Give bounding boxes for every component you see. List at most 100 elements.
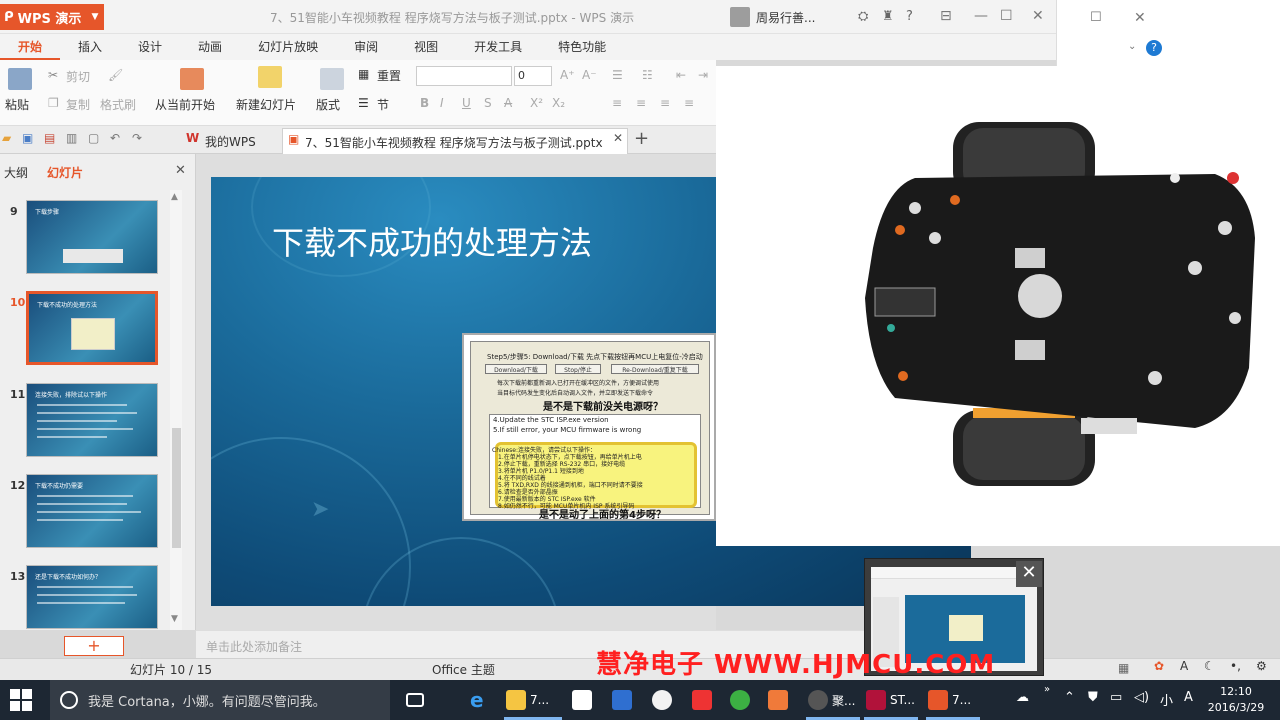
store-icon[interactable] xyxy=(572,688,592,712)
start-button[interactable] xyxy=(10,689,32,711)
font-family-select[interactable] xyxy=(416,66,512,86)
tool-icon[interactable] xyxy=(612,688,632,712)
maximize-icon[interactable]: ☐ xyxy=(1000,8,1013,24)
font-grow-icon[interactable]: A⁺ xyxy=(560,68,575,82)
cortana-search[interactable]: 我是 Cortana，小娜。有问题尽管问我。 xyxy=(50,680,390,720)
taskbar-item-stc[interactable]: ST... xyxy=(866,688,915,712)
shirt-icon[interactable]: ♜ xyxy=(882,9,894,24)
close-panel-icon[interactable]: ✕ xyxy=(175,163,186,178)
font-size-select[interactable]: 0 xyxy=(514,66,552,86)
print-icon[interactable]: ▥ xyxy=(66,131,77,145)
numbering-icon[interactable]: ☷ xyxy=(642,68,653,82)
chevron-down-icon[interactable]: ⌄ xyxy=(1128,41,1136,52)
strikethrough-icon[interactable]: A xyxy=(504,96,512,110)
panel-scrollbar[interactable] xyxy=(170,190,182,630)
slide-thumbnail[interactable]: 还是下载不成功如何办？ xyxy=(26,565,158,629)
scroll-down-icon[interactable]: ▼ xyxy=(171,614,178,624)
from-current-button[interactable]: 从当前开始 xyxy=(155,96,215,113)
tab-slideshow[interactable]: 幻灯片放映 xyxy=(240,34,336,60)
new-tab-icon[interactable]: + xyxy=(634,128,649,149)
taskbar-item-folder[interactable]: 7... xyxy=(506,688,549,712)
layout-button[interactable]: 版式 xyxy=(316,96,340,113)
ime-moon-icon[interactable]: ☾ xyxy=(1204,659,1215,673)
task-view-icon[interactable] xyxy=(406,688,424,712)
scrollbar-thumb[interactable] xyxy=(172,428,181,548)
subscript-icon[interactable]: X₂ xyxy=(552,96,565,110)
tab-home[interactable]: 开始 xyxy=(0,34,61,60)
slide-thumbnail-active[interactable]: 下载不成功的处理方法 xyxy=(26,291,158,365)
ime-language[interactable]: A xyxy=(1184,690,1193,705)
tab-design[interactable]: 设计 xyxy=(120,34,180,60)
ime-mode-icon[interactable]: A xyxy=(1180,659,1188,673)
shield-icon[interactable]: ⛊ xyxy=(1088,690,1098,705)
minimize-icon[interactable]: — xyxy=(974,8,988,24)
slide-title[interactable]: 下载不成功的处理方法 xyxy=(272,218,592,264)
taskbar-item-media[interactable]: 聚... xyxy=(808,688,855,712)
tab-features[interactable]: 特色功能 xyxy=(540,34,624,60)
section-button[interactable]: 节 xyxy=(377,96,389,113)
align-right-icon[interactable]: ≡ xyxy=(660,96,670,110)
outdent-icon[interactable]: ⇥ xyxy=(698,68,708,82)
indent-icon[interactable]: ⇤ xyxy=(676,68,686,82)
ime-paw-icon[interactable]: ✿ xyxy=(1154,659,1164,673)
slide-thumbnail[interactable]: 下载步骤 xyxy=(26,200,158,274)
open-folder-icon[interactable]: ▰ xyxy=(2,131,11,145)
tab-animation[interactable]: 动画 xyxy=(180,34,240,60)
slide-thumbnail[interactable]: 下载不成功仍需要 xyxy=(26,474,158,548)
green-app-icon[interactable] xyxy=(730,688,750,712)
underline-icon[interactable]: U xyxy=(462,96,471,110)
tab-review[interactable]: 审阅 xyxy=(336,34,396,60)
tab-view[interactable]: 视图 xyxy=(396,34,456,60)
shadow-icon[interactable]: S xyxy=(484,96,492,110)
justify-icon[interactable]: ≡ xyxy=(684,96,694,110)
close-icon[interactable]: ✕ xyxy=(1032,8,1044,24)
close-icon[interactable]: ✕ xyxy=(1016,561,1042,587)
volume-icon[interactable]: ◁) xyxy=(1134,690,1149,705)
close-tab-icon[interactable]: ✕ xyxy=(613,131,623,145)
close-icon[interactable]: ✕ xyxy=(1134,10,1146,26)
slide-thumbnail[interactable]: 连接失败，排除试以下操作 xyxy=(26,383,158,457)
tab-slides[interactable]: 幻灯片 xyxy=(47,164,83,181)
cut-button[interactable]: 剪切 xyxy=(66,68,90,85)
font-shrink-icon[interactable]: A⁻ xyxy=(582,68,597,82)
tab-insert[interactable]: 插入 xyxy=(60,34,120,60)
edge-icon[interactable]: e xyxy=(470,688,484,712)
normal-view-icon[interactable]: ▦ xyxy=(1118,661,1129,675)
onedrive-icon[interactable]: ☁ xyxy=(1016,690,1029,705)
pet-app-icon[interactable] xyxy=(768,688,788,712)
paste-button[interactable]: 粘贴 xyxy=(5,96,29,113)
add-slide-button[interactable]: + xyxy=(64,636,124,656)
skin-icon[interactable]: ⛭ xyxy=(858,9,868,24)
expand-tray-icon[interactable]: » xyxy=(1044,684,1050,695)
qq-icon[interactable] xyxy=(652,688,672,712)
redo-icon[interactable]: ↷ xyxy=(132,131,142,145)
system-clock[interactable]: 12:10 2016/3/29 xyxy=(1206,684,1266,716)
ime-indicator[interactable]: 小 xyxy=(1160,690,1173,709)
new-slide-button[interactable]: 新建幻灯片 xyxy=(236,96,296,113)
copy-button[interactable]: 复制 xyxy=(66,96,90,113)
bold-icon[interactable]: B xyxy=(420,96,429,110)
help-icon[interactable]: ? xyxy=(1146,40,1162,56)
taskbar-item-wps[interactable]: 7... xyxy=(928,688,971,712)
user-account[interactable]: 周易行善... xyxy=(730,3,852,31)
shopping-icon[interactable] xyxy=(692,688,712,712)
format-painter-button[interactable]: 格式刷 xyxy=(100,96,136,113)
superscript-icon[interactable]: X² xyxy=(530,96,543,110)
pdf-icon[interactable]: ▤ xyxy=(44,131,55,145)
network-icon[interactable]: ▭ xyxy=(1110,690,1122,705)
maximize-icon[interactable]: ☐ xyxy=(1090,10,1102,25)
ime-punct-icon[interactable]: •, xyxy=(1230,659,1241,673)
wps-menu-button[interactable]: ᑭ WPS 演示 ▼ xyxy=(0,4,104,30)
slide-embedded-screenshot[interactable]: Step5/步骤5: Download/下载 先点下载按钮再MCU上电复位-冷启… xyxy=(462,333,716,521)
italic-icon[interactable]: I xyxy=(440,96,444,110)
active-document-tab[interactable]: 7、51智能小车视频教程 程序烧写方法与板子测试.pptx xyxy=(282,128,628,154)
preview-icon[interactable]: ▢ xyxy=(88,131,99,145)
my-wps-tab[interactable]: 我的WPS xyxy=(205,133,256,150)
align-center-icon[interactable]: ≡ xyxy=(636,96,646,110)
paste-icon[interactable] xyxy=(8,68,32,90)
chevron-up-icon[interactable]: ⌃ xyxy=(1064,690,1075,705)
ime-settings-icon[interactable]: ⚙ xyxy=(1256,659,1267,673)
tab-outline[interactable]: 大纲 xyxy=(4,164,28,181)
save-icon[interactable]: ▣ xyxy=(22,131,33,145)
restore-ribbon-icon[interactable]: ⊟ xyxy=(940,8,952,24)
